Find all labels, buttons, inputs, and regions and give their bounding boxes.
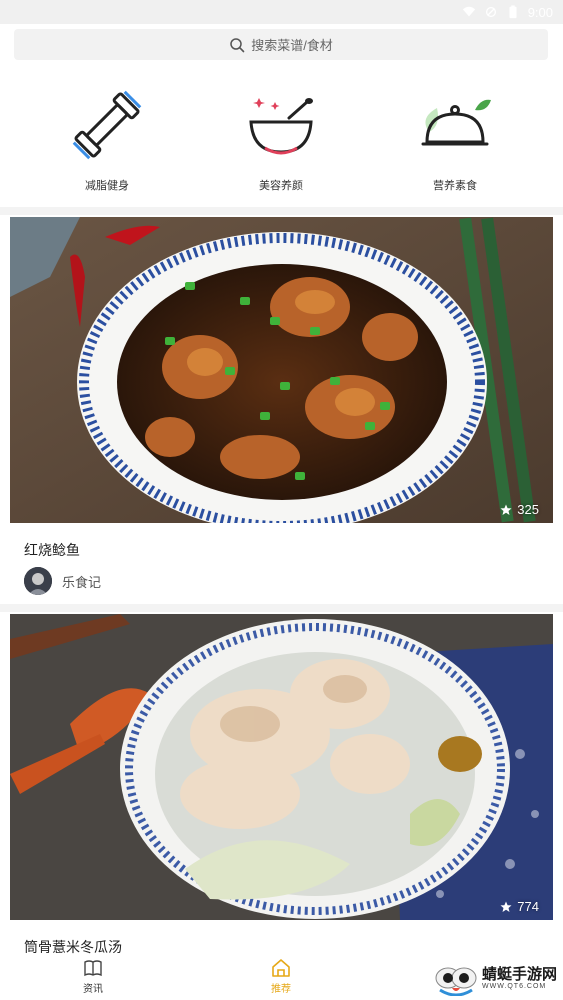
watermark-url: WWW.QT6.COM <box>481 982 547 990</box>
watermark: 蜻蜓手游网 WWW.QT6.COM <box>434 960 557 996</box>
battery-icon <box>509 5 517 19</box>
home-icon <box>272 959 290 977</box>
search-placeholder: 搜索菜谱/食材 <box>251 38 333 53</box>
nav-tab-news[interactable]: 资讯 <box>58 958 128 995</box>
recipe-title[interactable]: 筒骨薏米冬瓜汤 <box>24 937 122 957</box>
recipe-image[interactable]: 325 <box>10 217 553 523</box>
star-icon <box>500 901 512 912</box>
bone-soup-photo <box>10 614 553 920</box>
book-icon <box>84 960 102 977</box>
nav-label: 资讯 <box>83 984 103 995</box>
status-bar-icons: 9:00 <box>0 0 563 24</box>
signal-off-icon <box>485 6 496 18</box>
braised-catfish-photo <box>10 217 553 523</box>
category-row: 减脂健身 美容养颜 营养素食 <box>0 88 563 198</box>
category-beauty[interactable]: 美容养颜 <box>206 88 356 193</box>
avatar <box>24 567 52 595</box>
search-icon <box>230 37 245 52</box>
category-label: 营养素食 <box>433 180 477 192</box>
recipe-image[interactable]: 774 <box>10 614 553 920</box>
bowl-icon <box>249 98 313 155</box>
dumbbell-icon <box>72 90 142 160</box>
nav-label: 推荐 <box>271 984 291 995</box>
cloche-icon <box>421 99 491 146</box>
nav-tab-recommend[interactable]: 推荐 <box>246 958 316 995</box>
like-count-value: 325 <box>517 502 539 517</box>
category-label: 减脂健身 <box>85 180 129 192</box>
clock: 9:00 <box>527 4 553 20</box>
category-vegetarian[interactable]: 营养素食 <box>380 88 530 193</box>
watermark-text: 蜻蜓手游网 <box>481 965 557 983</box>
dragonfly-logo-icon <box>435 967 477 996</box>
recipe-author[interactable]: 乐食记 <box>24 567 101 595</box>
like-count: 774 <box>500 899 539 914</box>
search-bar[interactable]: 搜索菜谱/食材 <box>14 29 548 60</box>
like-count-value: 774 <box>517 899 539 914</box>
author-name: 乐食记 <box>62 574 102 590</box>
wifi-icon <box>462 6 475 17</box>
recipe-title[interactable]: 红烧鲶鱼 <box>24 540 80 560</box>
star-icon <box>500 504 512 515</box>
category-label: 美容养颜 <box>259 180 303 192</box>
like-count: 325 <box>500 502 539 517</box>
section-divider <box>0 604 563 612</box>
category-fitness[interactable]: 减脂健身 <box>32 88 182 193</box>
section-divider <box>0 207 563 215</box>
